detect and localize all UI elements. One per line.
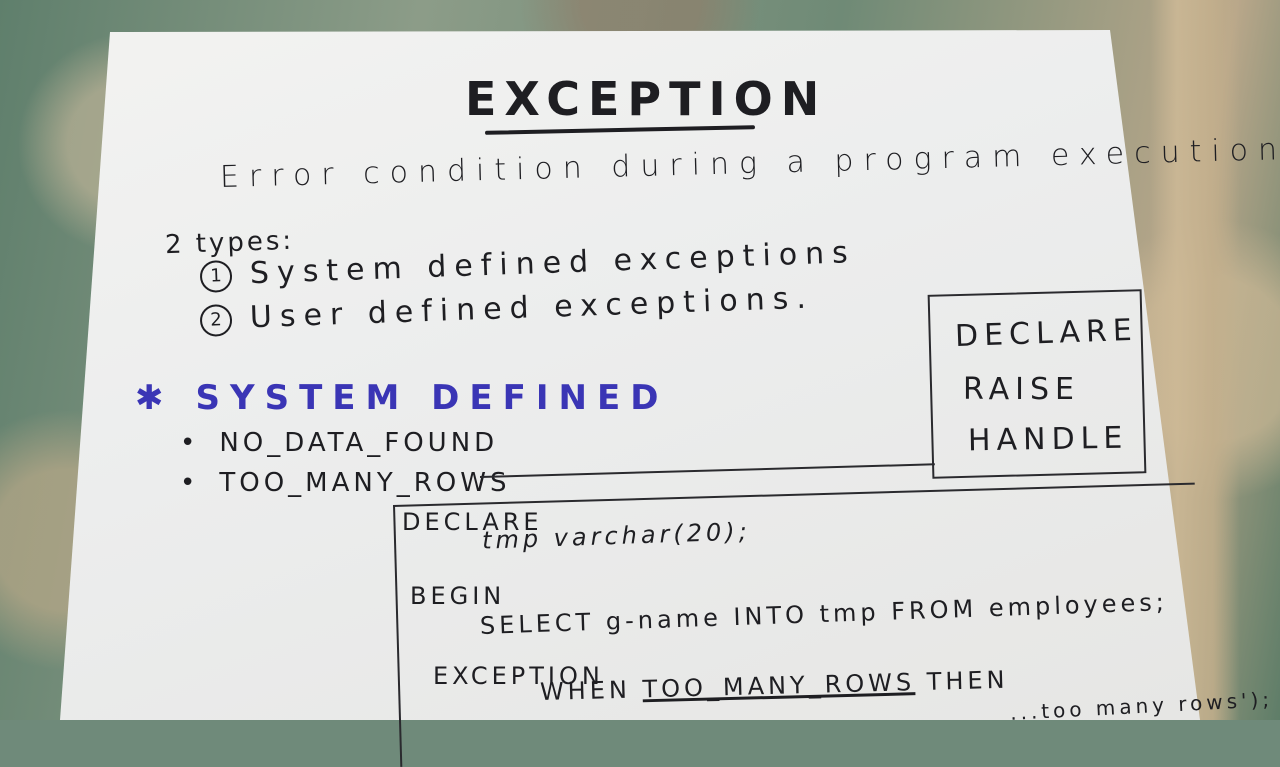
circled-number-icon: 1	[199, 259, 233, 293]
list-item-text: TOO_MANY_ROWS	[219, 468, 511, 498]
step-handle: HANDLE	[967, 420, 1129, 459]
step-raise: RAISE	[963, 372, 1080, 407]
bullet-icon: •	[180, 468, 200, 498]
list-item: • NO_DATA_FOUND	[180, 428, 498, 458]
code-line: BEGIN	[410, 582, 506, 610]
circled-number-icon: 2	[199, 303, 233, 337]
system-defined-heading: ✱ SYSTEM DEFINED	[135, 378, 668, 418]
code-keyword: WHEN	[539, 675, 643, 706]
bullet-icon: •	[180, 428, 200, 458]
step-declare: DECLARE	[954, 312, 1139, 355]
heading-text: SYSTEM DEFINED	[195, 378, 669, 418]
list-item-text: NO_DATA_FOUND	[219, 428, 499, 458]
list-item: • TOO_MANY_ROWS	[180, 468, 510, 498]
asterisk-icon: ✱	[135, 378, 174, 418]
code-keyword: THEN	[914, 665, 1009, 697]
note-title: EXCEPTION	[465, 72, 828, 126]
